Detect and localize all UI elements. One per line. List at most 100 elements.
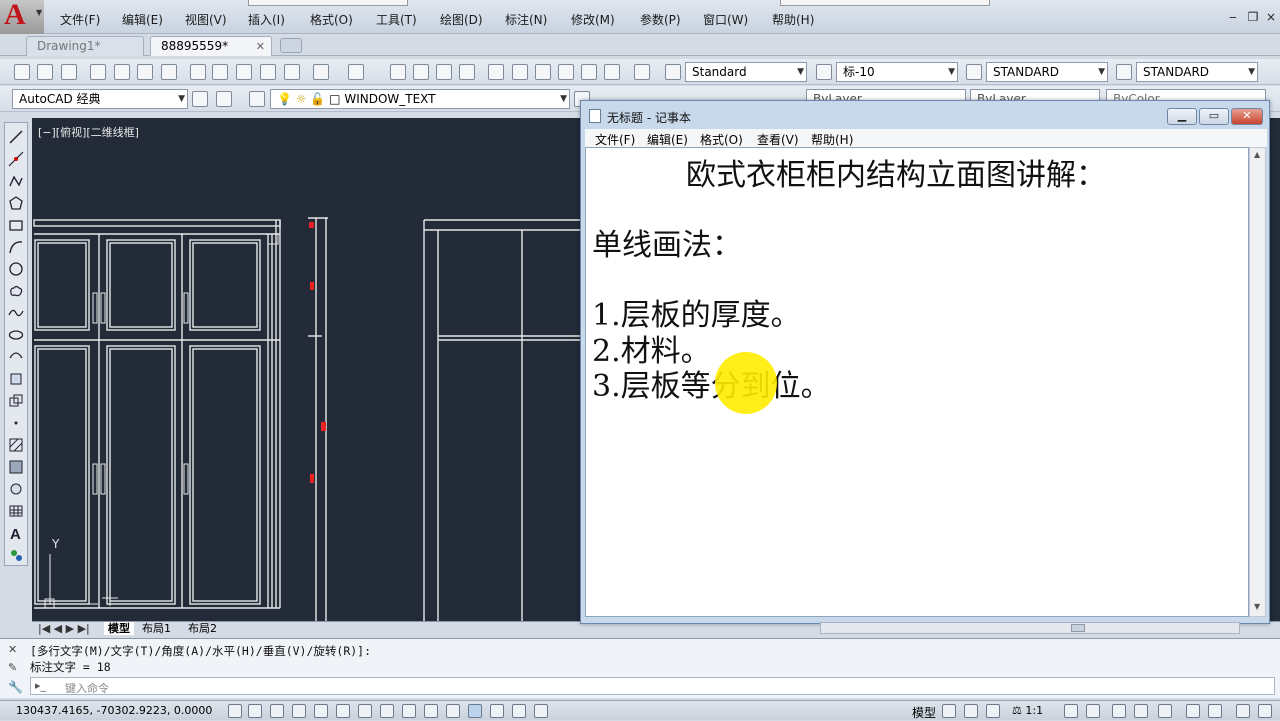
undo-icon[interactable] [313, 64, 329, 80]
tab-88895559[interactable]: 88895559* ✕ [150, 36, 272, 56]
application-menu-button[interactable]: A ▼ [0, 0, 44, 34]
scrollbar-thumb[interactable] [1071, 624, 1085, 632]
new-tab-button[interactable] [280, 38, 302, 53]
notepad-window[interactable]: 无标题 - 记事本 ▁ ▭ ✕ 文件(F) 编辑(E) 格式(O) 查看(V) … [580, 100, 1270, 624]
point-icon[interactable] [8, 415, 24, 431]
search-box[interactable] [780, 0, 990, 6]
make-block-icon[interactable] [8, 393, 24, 409]
redo-icon[interactable] [348, 64, 364, 80]
zoom-previous-icon[interactable] [459, 64, 475, 80]
horizontal-scrollbar[interactable] [820, 622, 1240, 634]
grip-marker[interactable] [321, 422, 326, 431]
match-properties-icon[interactable] [284, 64, 300, 80]
cut-icon[interactable] [190, 64, 206, 80]
polyline-icon[interactable] [8, 173, 24, 189]
lineweight-icon[interactable] [446, 704, 460, 718]
notepad-text-area[interactable]: 欧式衣柜柜内结构立面图讲解： 单线画法： 1.层板的厚度。 2.材料。 3.层板… [585, 147, 1249, 617]
menu-dimension[interactable]: 标注(N) [505, 11, 547, 28]
properties-icon[interactable] [488, 64, 504, 80]
scroll-down-icon[interactable]: ▼ [1254, 602, 1260, 611]
tab-model[interactable]: 模型 [104, 622, 134, 635]
minimize-button[interactable]: ▁ [1167, 108, 1197, 125]
new-file-icon[interactable] [14, 64, 30, 80]
multileader-style-select[interactable]: STANDARD ▼ [1136, 62, 1258, 82]
print-preview-icon[interactable] [114, 64, 130, 80]
ducs-icon[interactable] [402, 704, 416, 718]
hatch-icon[interactable] [8, 437, 24, 453]
layer-properties-icon[interactable] [249, 91, 265, 107]
notepad-menu-edit[interactable]: 编辑(E) [647, 131, 688, 148]
zoom-window-icon[interactable] [436, 64, 452, 80]
hardware-acceleration-icon[interactable] [1158, 704, 1172, 718]
notepad-menu-help[interactable]: 帮助(H) [811, 131, 853, 148]
publish-icon[interactable] [137, 64, 153, 80]
snap-mode-icon[interactable] [248, 704, 262, 718]
annotation-visibility-icon[interactable] [1064, 704, 1078, 718]
restore-icon[interactable]: ❐ [1246, 11, 1260, 23]
copy-icon[interactable] [212, 64, 228, 80]
notepad-menu-format[interactable]: 格式(O) [700, 131, 743, 148]
markup-icon[interactable] [581, 64, 597, 80]
table-style-select[interactable]: STANDARD ▼ [986, 62, 1108, 82]
annotation-monitor-icon[interactable] [534, 704, 548, 718]
workspace-switching-icon[interactable] [1112, 704, 1126, 718]
polygon-icon[interactable] [8, 195, 24, 211]
insert-block-icon[interactable] [8, 371, 24, 387]
text-style-select[interactable]: Standard ▼ [685, 62, 807, 82]
maximize-button[interactable]: ▭ [1199, 108, 1229, 125]
paste-icon[interactable] [236, 64, 252, 80]
menu-window[interactable]: 窗口(W) [703, 11, 748, 28]
menu-format[interactable]: 格式(O) [310, 11, 353, 28]
help-icon[interactable] [634, 64, 650, 80]
construction-line-icon[interactable] [8, 151, 24, 167]
model-space-button[interactable]: 模型 [912, 704, 936, 721]
infer-constraints-icon[interactable] [228, 704, 242, 718]
quickcalc-icon[interactable] [604, 64, 620, 80]
menu-help[interactable]: 帮助(H) [772, 11, 814, 28]
menu-parametric[interactable]: 参数(P) [640, 11, 681, 28]
menu-edit[interactable]: 编辑(E) [122, 11, 163, 28]
pan-icon[interactable] [390, 64, 406, 80]
close-icon[interactable]: ✕ [8, 643, 17, 656]
design-center-icon[interactable] [512, 64, 528, 80]
tab-nav-arrows[interactable]: |◀ ◀ ▶ ▶| [38, 622, 90, 635]
object-snap-icon[interactable] [336, 704, 350, 718]
workspace-settings-icon[interactable] [192, 91, 208, 107]
tool-palettes-icon[interactable] [535, 64, 551, 80]
transparency-icon[interactable] [468, 704, 482, 718]
dynamic-input-icon[interactable] [424, 704, 438, 718]
tab-layout1[interactable]: 布局1 [142, 622, 171, 635]
spline-icon[interactable] [8, 305, 24, 321]
menu-draw[interactable]: 绘图(D) [440, 11, 483, 28]
grip-marker[interactable] [309, 222, 314, 228]
otrack-icon[interactable] [380, 704, 394, 718]
minimize-icon[interactable]: ‒ [1226, 11, 1240, 23]
menu-view[interactable]: 视图(V) [185, 11, 227, 28]
command-input[interactable]: ▸_ 键入命令 [30, 677, 1275, 695]
rectangle-icon[interactable] [8, 217, 24, 233]
close-icon[interactable]: × [1264, 11, 1278, 23]
tab-layout2[interactable]: 布局2 [188, 622, 217, 635]
multiline-text-icon[interactable]: A [8, 525, 24, 541]
application-status-menu-icon[interactable] [1258, 704, 1272, 718]
close-button[interactable]: ✕ [1231, 108, 1263, 125]
3d-osnap-icon[interactable] [358, 704, 372, 718]
ortho-icon[interactable] [292, 704, 306, 718]
scroll-up-icon[interactable]: ▲ [1254, 150, 1260, 159]
zoom-realtime-icon[interactable] [413, 64, 429, 80]
add-selected-icon[interactable] [8, 547, 24, 563]
open-file-icon[interactable] [37, 64, 53, 80]
clean-screen-icon[interactable] [1236, 704, 1250, 718]
workspace-save-icon[interactable] [216, 91, 232, 107]
circle-icon[interactable] [8, 261, 24, 277]
ellipse-arc-icon[interactable] [8, 349, 24, 365]
annotation-scale[interactable]: ⚖ 1:1 [1012, 704, 1043, 717]
gradient-icon[interactable] [8, 459, 24, 475]
quick-properties-icon[interactable] [490, 704, 504, 718]
quick-view-drawings-icon[interactable] [964, 704, 978, 718]
tab-drawing1[interactable]: Drawing1* [26, 36, 144, 56]
vertical-scrollbar[interactable]: ▲ ▼ [1249, 147, 1266, 617]
menu-tools[interactable]: 工具(T) [376, 11, 417, 28]
workspace-select[interactable]: AutoCAD 经典 ▼ [12, 89, 188, 109]
settings-icon[interactable]: ✎ [8, 661, 17, 674]
